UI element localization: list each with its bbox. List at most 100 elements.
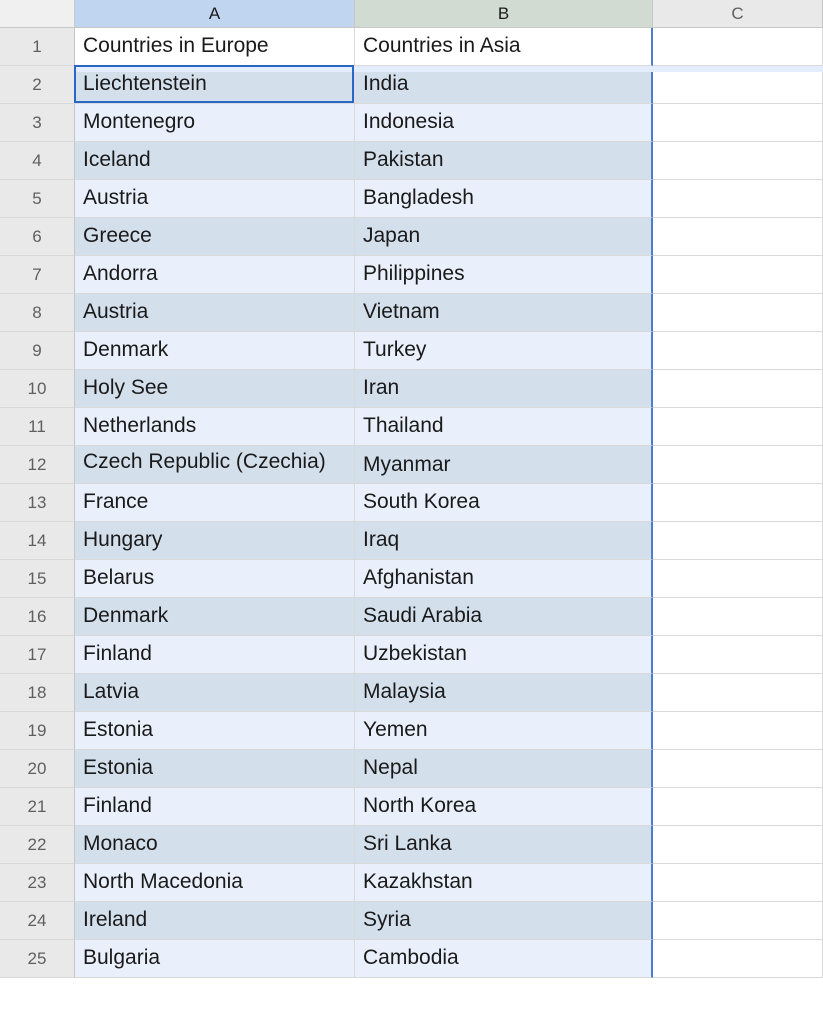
cell-c1[interactable] (653, 28, 823, 66)
cell-c17[interactable] (653, 636, 823, 674)
row-header-6[interactable]: 6 (0, 218, 75, 256)
cell-b11[interactable]: Thailand (355, 408, 653, 446)
cell-b20[interactable]: Nepal (355, 750, 653, 788)
cell-a7[interactable]: Andorra (75, 256, 355, 294)
cell-a11[interactable]: Netherlands (75, 408, 355, 446)
row-header-25[interactable]: 25 (0, 940, 75, 978)
cell-b13[interactable]: South Korea (355, 484, 653, 522)
cell-a21[interactable]: Finland (75, 788, 355, 826)
cell-c16[interactable] (653, 598, 823, 636)
cell-c12[interactable] (653, 446, 823, 484)
row-header-18[interactable]: 18 (0, 674, 75, 712)
cell-c8[interactable] (653, 294, 823, 332)
row-header-8[interactable]: 8 (0, 294, 75, 332)
cell-a20[interactable]: Estonia (75, 750, 355, 788)
cell-c5[interactable] (653, 180, 823, 218)
cell-b22[interactable]: Sri Lanka (355, 826, 653, 864)
cell-b23[interactable]: Kazakhstan (355, 864, 653, 902)
cell-b15[interactable]: Afghanistan (355, 560, 653, 598)
cell-a8[interactable]: Austria (75, 294, 355, 332)
cell-c20[interactable] (653, 750, 823, 788)
row-header-3[interactable]: 3 (0, 104, 75, 142)
cell-a4[interactable]: Iceland (75, 142, 355, 180)
cell-a22[interactable]: Monaco (75, 826, 355, 864)
cell-b5[interactable]: Bangladesh (355, 180, 653, 218)
cell-a3[interactable]: Montenegro (75, 104, 355, 142)
cell-a9[interactable]: Denmark (75, 332, 355, 370)
col-header-a[interactable]: A (75, 0, 355, 28)
cell-b7[interactable]: Philippines (355, 256, 653, 294)
cell-a17[interactable]: Finland (75, 636, 355, 674)
row-header-4[interactable]: 4 (0, 142, 75, 180)
cell-c18[interactable] (653, 674, 823, 712)
cell-b3[interactable]: Indonesia (355, 104, 653, 142)
cell-b6[interactable]: Japan (355, 218, 653, 256)
row-header-12[interactable]: 12 (0, 446, 75, 484)
cell-c14[interactable] (653, 522, 823, 560)
row-header-2[interactable]: 2 (0, 66, 75, 104)
row-header-11[interactable]: 11 (0, 408, 75, 446)
cell-a10[interactable]: Holy See (75, 370, 355, 408)
row-header-10[interactable]: 10 (0, 370, 75, 408)
cell-c3[interactable] (653, 104, 823, 142)
cell-b21[interactable]: North Korea (355, 788, 653, 826)
cell-c19[interactable] (653, 712, 823, 750)
cell-b12[interactable]: Myanmar (355, 446, 653, 484)
cell-b24[interactable]: Syria (355, 902, 653, 940)
cell-c15[interactable] (653, 560, 823, 598)
row-header-1[interactable]: 1 (0, 28, 75, 66)
cell-b9[interactable]: Turkey (355, 332, 653, 370)
cell-c13[interactable] (653, 484, 823, 522)
cell-a16[interactable]: Denmark (75, 598, 355, 636)
cell-c25[interactable] (653, 940, 823, 978)
cell-b4[interactable]: Pakistan (355, 142, 653, 180)
cell-a14[interactable]: Hungary (75, 522, 355, 560)
row-header-24[interactable]: 24 (0, 902, 75, 940)
cell-b18[interactable]: Malaysia (355, 674, 653, 712)
row-header-16[interactable]: 16 (0, 598, 75, 636)
cell-b14[interactable]: Iraq (355, 522, 653, 560)
row-header-21[interactable]: 21 (0, 788, 75, 826)
select-all-corner[interactable] (0, 0, 75, 28)
spreadsheet-grid[interactable]: A B C 1 Countries in Europe Countries in… (0, 0, 823, 978)
cell-b25[interactable]: Cambodia (355, 940, 653, 978)
col-header-b[interactable]: B (355, 0, 653, 28)
col-header-c[interactable]: C (653, 0, 823, 28)
row-header-22[interactable]: 22 (0, 826, 75, 864)
cell-a18[interactable]: Latvia (75, 674, 355, 712)
cell-c21[interactable] (653, 788, 823, 826)
cell-c22[interactable] (653, 826, 823, 864)
cell-c10[interactable] (653, 370, 823, 408)
row-header-9[interactable]: 9 (0, 332, 75, 370)
row-header-5[interactable]: 5 (0, 180, 75, 218)
cell-c9[interactable] (653, 332, 823, 370)
cell-c7[interactable] (653, 256, 823, 294)
cell-a25[interactable]: Bulgaria (75, 940, 355, 978)
cell-c11[interactable] (653, 408, 823, 446)
cell-c4[interactable] (653, 142, 823, 180)
row-header-17[interactable]: 17 (0, 636, 75, 674)
cell-a19[interactable]: Estonia (75, 712, 355, 750)
cell-c6[interactable] (653, 218, 823, 256)
cell-b10[interactable]: Iran (355, 370, 653, 408)
row-header-23[interactable]: 23 (0, 864, 75, 902)
cell-b1[interactable]: Countries in Asia (355, 28, 653, 66)
cell-b17[interactable]: Uzbekistan (355, 636, 653, 674)
cell-a13[interactable]: France (75, 484, 355, 522)
row-header-20[interactable]: 20 (0, 750, 75, 788)
cell-b8[interactable]: Vietnam (355, 294, 653, 332)
cell-a15[interactable]: Belarus (75, 560, 355, 598)
cell-a12[interactable]: Czech Republic (Czechia) (75, 446, 355, 484)
row-header-14[interactable]: 14 (0, 522, 75, 560)
cell-a5[interactable]: Austria (75, 180, 355, 218)
cell-a24[interactable]: Ireland (75, 902, 355, 940)
row-header-13[interactable]: 13 (0, 484, 75, 522)
cell-b19[interactable]: Yemen (355, 712, 653, 750)
cell-b16[interactable]: Saudi Arabia (355, 598, 653, 636)
row-header-7[interactable]: 7 (0, 256, 75, 294)
row-header-15[interactable]: 15 (0, 560, 75, 598)
cell-c23[interactable] (653, 864, 823, 902)
cell-a6[interactable]: Greece (75, 218, 355, 256)
cell-c24[interactable] (653, 902, 823, 940)
row-header-19[interactable]: 19 (0, 712, 75, 750)
